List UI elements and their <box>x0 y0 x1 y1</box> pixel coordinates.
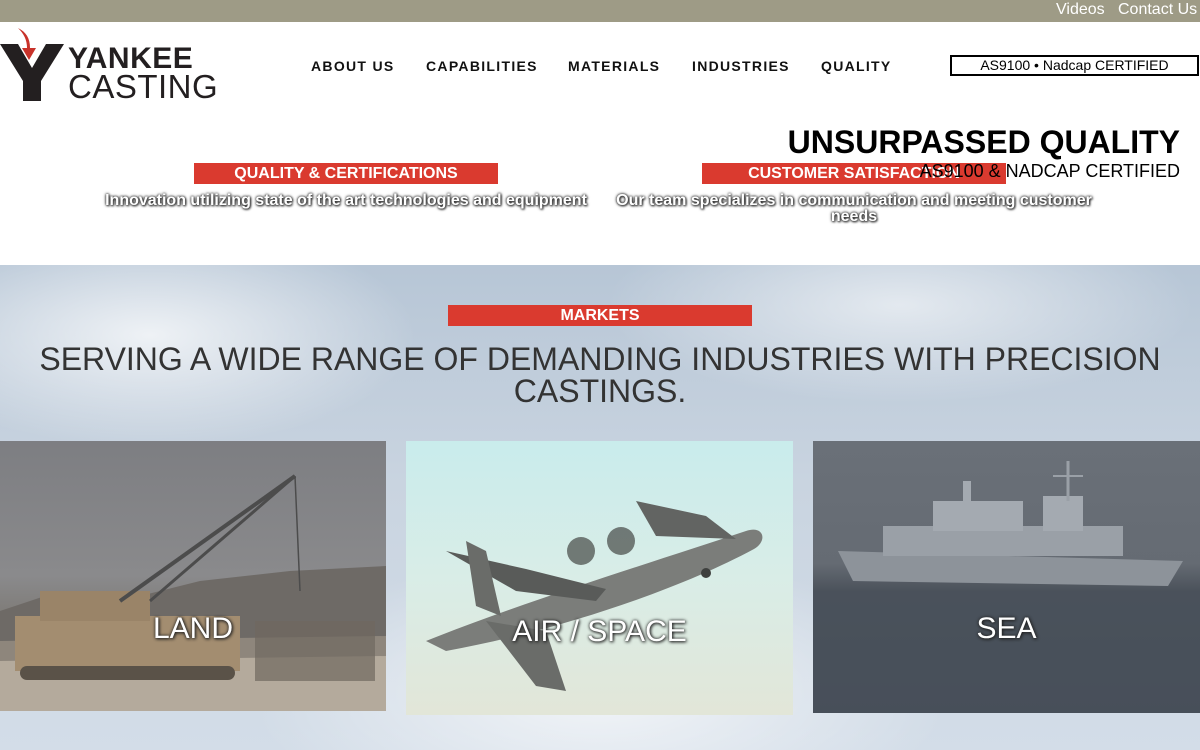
site-header: YANKEE CASTING ABOUT US CAPABILITIES MAT… <box>0 22 1200 118</box>
markets-section: MARKETS SERVING A WIDE RANGE OF DEMANDIN… <box>0 265 1200 750</box>
market-card-air-space[interactable]: AIR / SPACE <box>406 441 793 715</box>
market-card-land[interactable]: LAND <box>0 441 386 711</box>
quality-description: Innovation utilizing state of the art te… <box>105 192 587 209</box>
markets-heading: SERVING A WIDE RANGE OF DEMANDING INDUST… <box>39 341 1161 409</box>
certification-badge[interactable]: AS9100 • Nadcap CERTIFIED <box>950 55 1199 76</box>
nav-about-us[interactable]: ABOUT US <box>311 58 395 74</box>
sea-label: SEA <box>976 612 1037 645</box>
air-space-label: AIR / SPACE <box>512 615 687 648</box>
customer-description: Our team specializes in communication an… <box>616 192 1092 225</box>
aircraft-image <box>426 501 763 691</box>
nav-capabilities[interactable]: CAPABILITIES <box>426 58 538 74</box>
videos-link[interactable]: Videos <box>1056 1 1105 19</box>
top-utility-bar: Videos Contact Us <box>0 0 1200 22</box>
yankee-casting-logo[interactable]: YANKEE CASTING <box>0 26 230 105</box>
warship-image <box>813 461 1200 713</box>
logo-y-mark-icon <box>0 28 64 101</box>
land-vehicle-image <box>0 474 386 711</box>
contact-us-link[interactable]: Contact Us <box>1118 1 1197 19</box>
hero-subtitle: AS9100 & NADCAP CERTIFIED <box>919 161 1180 181</box>
nav-quality[interactable]: QUALITY <box>821 58 892 74</box>
nav-industries[interactable]: INDUSTRIES <box>692 58 790 74</box>
markets-pill[interactable]: MARKETS <box>448 305 752 326</box>
hero-title: UNSURPASSED QUALITY <box>787 124 1180 160</box>
hero-section: QUALITY & CERTIFICATIONS Innovation util… <box>0 118 1200 265</box>
nav-materials[interactable]: MATERIALS <box>568 58 660 74</box>
market-card-sea[interactable]: SEA <box>813 441 1200 713</box>
quality-certifications-pill[interactable]: QUALITY & CERTIFICATIONS <box>194 163 498 184</box>
land-label: LAND <box>152 612 234 645</box>
logo-text-casting: CASTING <box>68 68 219 105</box>
